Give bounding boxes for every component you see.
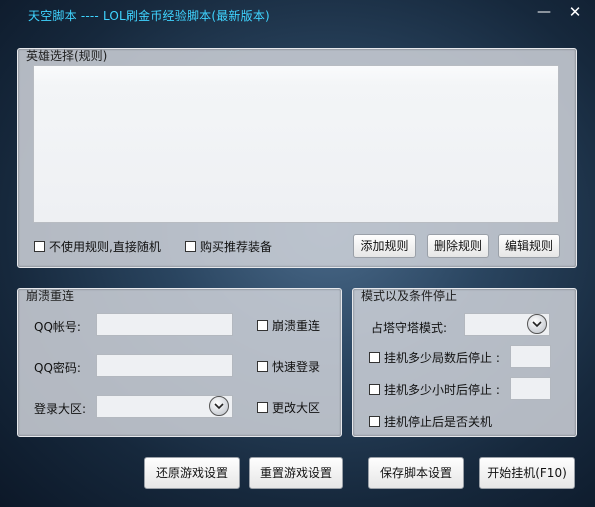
crash-reconnect-label: 崩溃重连 [272,319,321,333]
checkbox-crash-reconnect[interactable]: 崩溃重连 [257,317,320,334]
reset-game-settings-button[interactable]: 重置游戏设置 [249,457,343,489]
tower-mode-select[interactable] [464,313,550,336]
delete-rule-button[interactable]: 删除规则 [427,234,489,258]
qq-password-input[interactable] [96,354,233,377]
tower-mode-label: 占塔守塔模式: [371,321,448,335]
crash-reconnect-title: 崩溃重连 [26,289,75,303]
add-rule-button[interactable]: 添加规则 [353,234,416,258]
qq-password-label: QQ密码: [34,361,81,375]
window-title: 天空脚本 ---- LOL刷金币经验脚本(最新版本) [28,9,270,23]
edit-rule-button[interactable]: 编辑规则 [498,234,560,258]
shutdown-label: 挂机停止后是否关机 [384,415,493,429]
chevron-down-icon[interactable] [209,396,229,416]
qq-account-input[interactable] [96,313,233,336]
hero-selection-panel: 英雄选择(规则) 不使用规则,直接随机 购买推荐装备 添加规则 删除规则 编辑规… [17,48,577,268]
minimize-icon[interactable]: — [532,2,556,22]
checkbox-shutdown[interactable]: 挂机停止后是否关机 [369,413,492,430]
save-script-settings-button[interactable]: 保存脚本设置 [368,457,464,489]
title-bar: 天空脚本 ---- LOL刷金币经验脚本(最新版本) — ✕ [0,0,595,30]
games-count-input[interactable] [510,345,551,368]
checkbox-buy-label: 购买推荐装备 [200,240,273,254]
mode-stop-title: 模式以及条件停止 [361,289,458,303]
region-select[interactable] [96,395,233,418]
checkbox-icon[interactable] [34,241,45,252]
checkbox-icon[interactable] [257,320,268,331]
checkbox-icon[interactable] [257,402,268,413]
restore-game-settings-button[interactable]: 还原游戏设置 [144,457,240,489]
checkbox-icon[interactable] [257,361,268,372]
chevron-down-icon[interactable] [527,314,547,334]
change-region-label: 更改大区 [272,401,321,415]
region-label: 登录大区: [34,402,87,416]
stop-after-games-label: 挂机多少局数后停止 : [384,351,500,365]
checkbox-quick-login[interactable]: 快速登录 [257,358,320,375]
checkbox-icon[interactable] [369,384,380,395]
hero-selection-title: 英雄选择(规则) [26,49,108,63]
checkbox-icon[interactable] [369,416,380,427]
qq-account-label: QQ帐号: [34,320,81,334]
rule-list[interactable] [33,65,559,223]
crash-reconnect-panel: 崩溃重连 QQ帐号: QQ密码: 登录大区: 崩溃重连 快速登录 更改大区 [17,288,342,437]
checkbox-stop-after-games[interactable]: 挂机多少局数后停止 : [369,349,500,366]
mode-stop-panel: 模式以及条件停止 占塔守塔模式: 挂机多少局数后停止 : 挂机多少小时后停止 :… [352,288,577,437]
quick-login-label: 快速登录 [272,360,321,374]
checkbox-icon[interactable] [369,352,380,363]
stop-after-hours-label: 挂机多少小时后停止 : [384,383,500,397]
checkbox-stop-after-hours[interactable]: 挂机多少小时后停止 : [369,381,500,398]
checkbox-random-label: 不使用规则,直接随机 [49,240,161,254]
start-button[interactable]: 开始挂机(F10) [479,457,575,489]
checkbox-buy-items[interactable]: 购买推荐装备 [185,238,272,255]
checkbox-icon[interactable] [185,241,196,252]
checkbox-change-region[interactable]: 更改大区 [257,399,320,416]
checkbox-random-hero[interactable]: 不使用规则,直接随机 [34,238,161,255]
close-icon[interactable]: ✕ [563,2,587,22]
hours-count-input[interactable] [510,377,551,400]
